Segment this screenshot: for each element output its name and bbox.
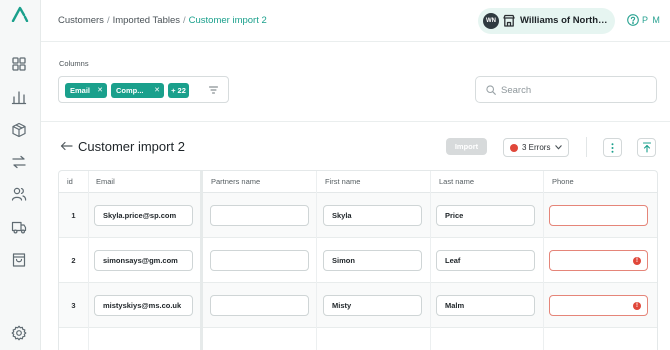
help-icon[interactable] xyxy=(627,14,639,26)
phone-cell[interactable]: ! xyxy=(549,250,648,271)
column-chip-email: Email ✕ xyxy=(65,83,107,98)
org-avatar: WN xyxy=(483,13,499,29)
dashboard-grid-icon[interactable] xyxy=(11,56,27,72)
breadcrumb-current: Customer import 2 xyxy=(188,15,267,26)
last-name-cell[interactable]: Price xyxy=(436,205,535,226)
breadcrumb: Customers / Imported Tables / Customer impor… xyxy=(58,15,267,26)
column-divider xyxy=(88,171,89,350)
breadcrumb-item-imported-tables[interactable]: Imported Tables xyxy=(113,15,180,26)
table-row: 3 mistyskiys@ms.co.uk Misty Malm ! xyxy=(59,283,657,328)
breadcrumb-item-customers[interactable]: Customers xyxy=(58,15,104,26)
columns-selector[interactable]: Email ✕ Comp... ✕ + 22 xyxy=(58,76,229,103)
column-divider xyxy=(316,171,317,350)
transfer-arrows-icon[interactable] xyxy=(11,154,27,170)
page-title: Customer import 2 xyxy=(78,139,185,154)
columns-label: Columns xyxy=(59,59,89,68)
remove-chip-icon[interactable]: ✕ xyxy=(97,83,103,98)
column-chip-label: Email xyxy=(70,86,91,95)
first-name-cell[interactable]: Skyla xyxy=(323,205,422,226)
email-cell[interactable]: Skyla.price@sp.com xyxy=(94,205,193,226)
row-id: 1 xyxy=(71,211,76,220)
organization-switcher[interactable]: WN Williams of Northampton xyxy=(478,8,615,34)
column-header-last-name: Last name xyxy=(439,177,475,186)
storefront-icon xyxy=(503,14,515,27)
breadcrumb-separator: / xyxy=(106,15,110,26)
row-id: 3 xyxy=(71,301,76,310)
kebab-menu-icon xyxy=(611,143,614,153)
box-icon[interactable] xyxy=(11,122,27,138)
row-id: 2 xyxy=(71,256,76,265)
partners-name-cell[interactable] xyxy=(210,250,309,271)
last-name-cell[interactable]: Malm xyxy=(436,295,535,316)
import-button[interactable]: Import xyxy=(446,138,487,155)
import-table: id Email Partners name First name Last n… xyxy=(58,170,658,350)
first-name-cell[interactable]: Simon xyxy=(323,250,422,271)
partners-name-cell[interactable] xyxy=(210,205,309,226)
first-name-cell[interactable]: Misty xyxy=(323,295,422,316)
error-alert-icon[interactable]: ! xyxy=(633,302,641,310)
search-input[interactable] xyxy=(501,82,651,98)
column-divider xyxy=(430,171,431,350)
export-button[interactable] xyxy=(637,138,656,157)
column-header-email: Email xyxy=(96,177,115,186)
column-header-partners-name: Partners name xyxy=(211,177,261,186)
frozen-column-divider[interactable] xyxy=(200,171,203,350)
errors-dropdown[interactable]: 3 Errors xyxy=(503,138,569,157)
column-header-phone: Phone xyxy=(552,177,574,186)
breadcrumb-separator: / xyxy=(183,15,186,26)
table-row: 2 simonsays@gm.com Simon Leaf ! xyxy=(59,238,657,283)
app-logo[interactable] xyxy=(11,6,31,22)
email-cell[interactable]: simonsays@gm.com xyxy=(94,250,193,271)
column-header-first-name: First name xyxy=(325,177,361,186)
toolbar-separator xyxy=(586,137,587,157)
column-chip-company: Comp... ✕ xyxy=(111,83,164,98)
bar-chart-icon[interactable] xyxy=(11,89,27,105)
settings-gear-icon[interactable] xyxy=(11,325,27,341)
header-divider xyxy=(41,41,670,42)
remove-chip-icon[interactable]: ✕ xyxy=(154,83,160,98)
users-icon[interactable] xyxy=(11,186,27,202)
more-columns-count[interactable]: + 22 xyxy=(168,83,189,98)
sidebar xyxy=(0,0,41,350)
error-alert-icon[interactable]: ! xyxy=(633,257,641,265)
org-name: Williams of Northampton xyxy=(520,15,612,26)
upload-icon xyxy=(643,142,651,153)
filter-icon[interactable] xyxy=(209,86,218,94)
column-divider xyxy=(543,171,544,350)
column-header-id: id xyxy=(67,177,73,186)
section-divider xyxy=(41,121,670,122)
back-arrow-icon[interactable] xyxy=(60,141,73,151)
truck-icon[interactable] xyxy=(11,219,27,235)
email-cell[interactable]: mistyskiys@ms.co.uk xyxy=(94,295,193,316)
phone-cell[interactable] xyxy=(549,205,648,226)
partners-name-cell[interactable] xyxy=(210,295,309,316)
phone-cell[interactable]: ! xyxy=(549,295,648,316)
search-field xyxy=(475,76,657,103)
chevron-down-icon xyxy=(555,145,562,150)
search-icon xyxy=(486,85,496,95)
user-menu[interactable]: P M xyxy=(642,15,661,25)
shopping-bag-icon[interactable] xyxy=(11,252,27,268)
column-chip-label: Comp... xyxy=(116,86,144,95)
error-indicator-icon xyxy=(510,144,518,152)
more-options-button[interactable] xyxy=(603,138,622,157)
last-name-cell[interactable]: Leaf xyxy=(436,250,535,271)
errors-label: 3 Errors xyxy=(522,143,551,152)
table-row: 1 Skyla.price@sp.com Skyla Price xyxy=(59,193,657,238)
